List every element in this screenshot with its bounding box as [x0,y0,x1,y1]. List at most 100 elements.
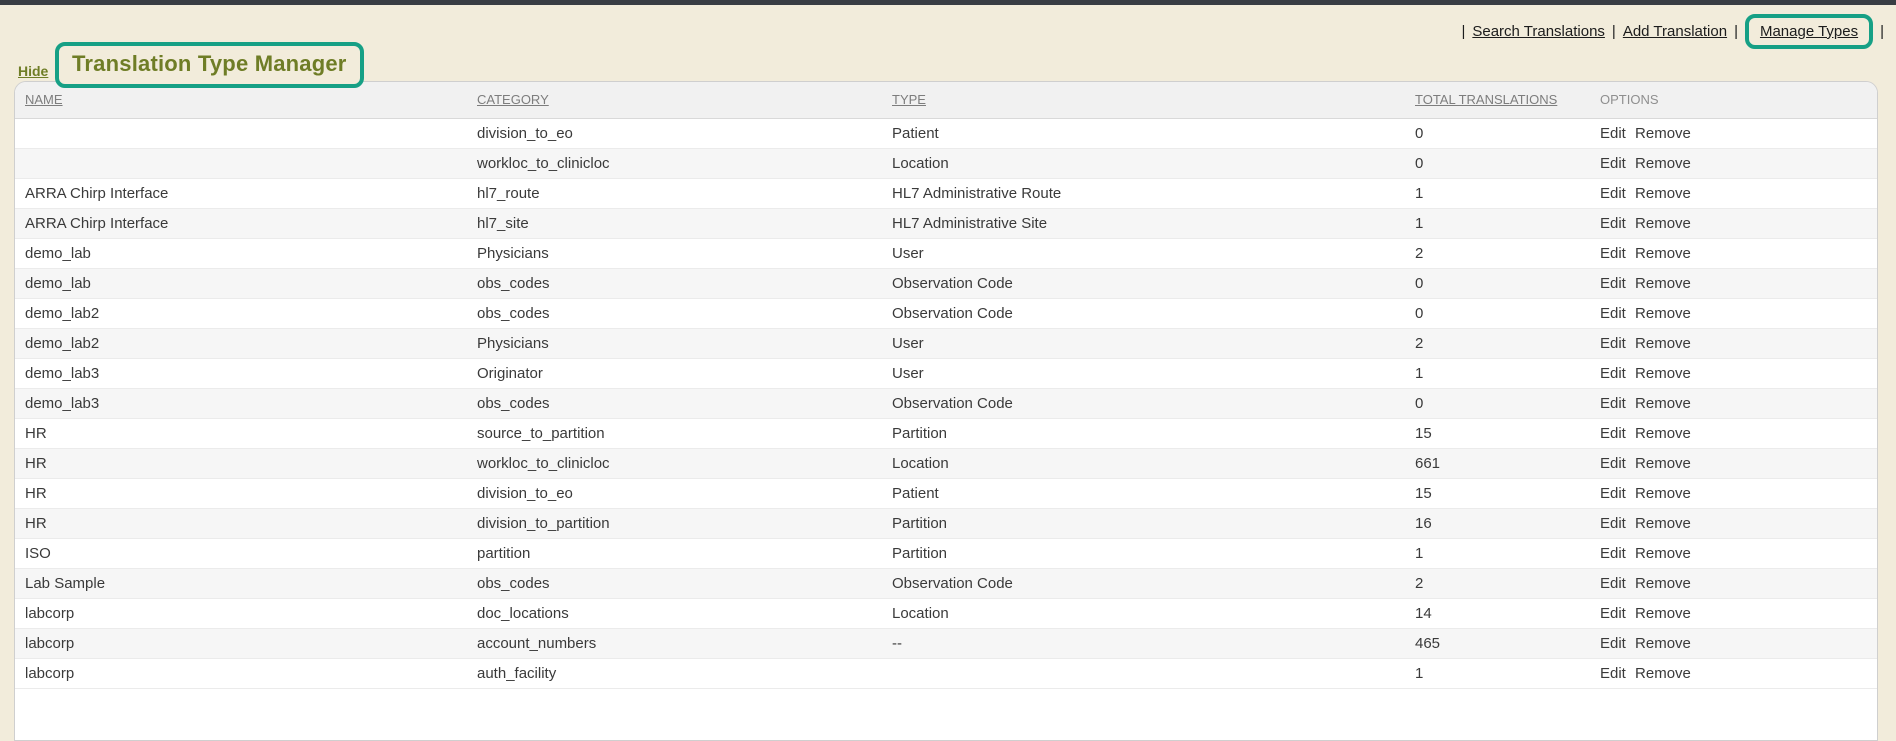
remove-link[interactable]: Remove [1635,605,1691,622]
remove-link[interactable]: Remove [1635,455,1691,472]
cell-options: Edit Remove [1590,538,1877,568]
remove-link[interactable]: Remove [1635,155,1691,172]
cell-options: Edit Remove [1590,448,1877,478]
edit-link[interactable]: Edit [1600,215,1626,232]
cell-options: Edit Remove [1590,238,1877,268]
top-strip [0,0,1896,5]
cell-category: obs_codes [467,388,882,418]
cell-name: demo_lab [15,268,467,298]
cell-name: labcorp [15,658,467,688]
edit-link[interactable]: Edit [1600,365,1626,382]
table-row: HR division_to_eo Patient 15 Edit Remove [15,478,1877,508]
cell-type: HL7 Administrative Route [882,178,1405,208]
remove-link[interactable]: Remove [1635,125,1691,142]
cell-type: Observation Code [882,568,1405,598]
translation-type-manager-panel: NAME CATEGORY TYPE TOTAL TRANSLATIONS OP… [14,81,1878,741]
cell-name: labcorp [15,628,467,658]
table-row: HR workloc_to_clinicloc Location 661 Edi… [15,448,1877,478]
edit-link[interactable]: Edit [1600,155,1626,172]
table-row: ISO partition Partition 1 Edit Remove [15,538,1877,568]
cell-category: workloc_to_clinicloc [467,448,882,478]
cell-total-translations: 0 [1405,298,1590,328]
remove-link[interactable]: Remove [1635,335,1691,352]
edit-link[interactable]: Edit [1600,515,1626,532]
cell-options: Edit Remove [1590,208,1877,238]
column-header-category[interactable]: CATEGORY [477,92,549,107]
edit-link[interactable]: Edit [1600,305,1626,322]
column-header-type[interactable]: TYPE [892,92,926,107]
nav-link-add-translation[interactable]: Add Translation [1623,23,1727,40]
table-row: demo_lab2 obs_codes Observation Code 0 E… [15,298,1877,328]
remove-link[interactable]: Remove [1635,575,1691,592]
cell-options: Edit Remove [1590,328,1877,358]
cell-type: Patient [882,478,1405,508]
cell-total-translations: 2 [1405,328,1590,358]
cell-total-translations: 15 [1405,478,1590,508]
edit-link[interactable]: Edit [1600,455,1626,472]
cell-name: HR [15,508,467,538]
cell-type: Observation Code [882,388,1405,418]
edit-link[interactable]: Edit [1600,335,1626,352]
column-header-name[interactable]: NAME [25,92,63,107]
page-title: Translation Type Manager [72,51,347,77]
edit-link[interactable]: Edit [1600,245,1626,262]
remove-link[interactable]: Remove [1635,485,1691,502]
cell-options: Edit Remove [1590,598,1877,628]
table-row: labcorp account_numbers -- 465 Edit Remo… [15,628,1877,658]
remove-link[interactable]: Remove [1635,395,1691,412]
edit-link[interactable]: Edit [1600,605,1626,622]
cell-category: hl7_site [467,208,882,238]
cell-type: User [882,238,1405,268]
cell-category: Physicians [467,238,882,268]
remove-link[interactable]: Remove [1635,545,1691,562]
cell-category: partition [467,538,882,568]
cell-total-translations: 15 [1405,418,1590,448]
cell-category: Physicians [467,328,882,358]
remove-link[interactable]: Remove [1635,275,1691,292]
edit-link[interactable]: Edit [1600,275,1626,292]
remove-link[interactable]: Remove [1635,305,1691,322]
edit-link[interactable]: Edit [1600,425,1626,442]
cell-options: Edit Remove [1590,628,1877,658]
cell-type: -- [882,628,1405,658]
edit-link[interactable]: Edit [1600,485,1626,502]
cell-type: Partition [882,508,1405,538]
cell-name: demo_lab3 [15,388,467,418]
edit-link[interactable]: Edit [1600,125,1626,142]
remove-link[interactable]: Remove [1635,245,1691,262]
translation-types-table: NAME CATEGORY TYPE TOTAL TRANSLATIONS OP… [15,82,1877,689]
remove-link[interactable]: Remove [1635,515,1691,532]
cell-options: Edit Remove [1590,118,1877,148]
cell-total-translations: 0 [1405,388,1590,418]
remove-link[interactable]: Remove [1635,185,1691,202]
cell-options: Edit Remove [1590,298,1877,328]
nav-link-search-translations[interactable]: Search Translations [1472,23,1605,40]
edit-link[interactable]: Edit [1600,635,1626,652]
cell-category: account_numbers [467,628,882,658]
cell-name: demo_lab [15,238,467,268]
top-navigation: | Search Translations | Add Translation … [1461,8,1884,54]
cell-name: HR [15,418,467,448]
cell-name: demo_lab2 [15,298,467,328]
table-row: demo_lab Physicians User 2 Edit Remove [15,238,1877,268]
edit-link[interactable]: Edit [1600,185,1626,202]
table-row: demo_lab3 obs_codes Observation Code 0 E… [15,388,1877,418]
remove-link[interactable]: Remove [1635,425,1691,442]
cell-name: ISO [15,538,467,568]
remove-link[interactable]: Remove [1635,215,1691,232]
remove-link[interactable]: Remove [1635,635,1691,652]
edit-link[interactable]: Edit [1600,545,1626,562]
column-header-total-translations[interactable]: TOTAL TRANSLATIONS [1415,92,1557,107]
edit-link[interactable]: Edit [1600,395,1626,412]
cell-total-translations: 661 [1405,448,1590,478]
cell-total-translations: 1 [1405,178,1590,208]
hide-link[interactable]: Hide [18,63,48,79]
cell-category: division_to_eo [467,118,882,148]
remove-link[interactable]: Remove [1635,365,1691,382]
cell-category: obs_codes [467,568,882,598]
cell-options: Edit Remove [1590,658,1877,688]
edit-link[interactable]: Edit [1600,575,1626,592]
table-row: workloc_to_clinicloc Location 0 Edit Rem… [15,148,1877,178]
nav-link-manage-types[interactable]: Manage Types [1760,23,1858,40]
cell-type: HL7 Administrative Site [882,208,1405,238]
